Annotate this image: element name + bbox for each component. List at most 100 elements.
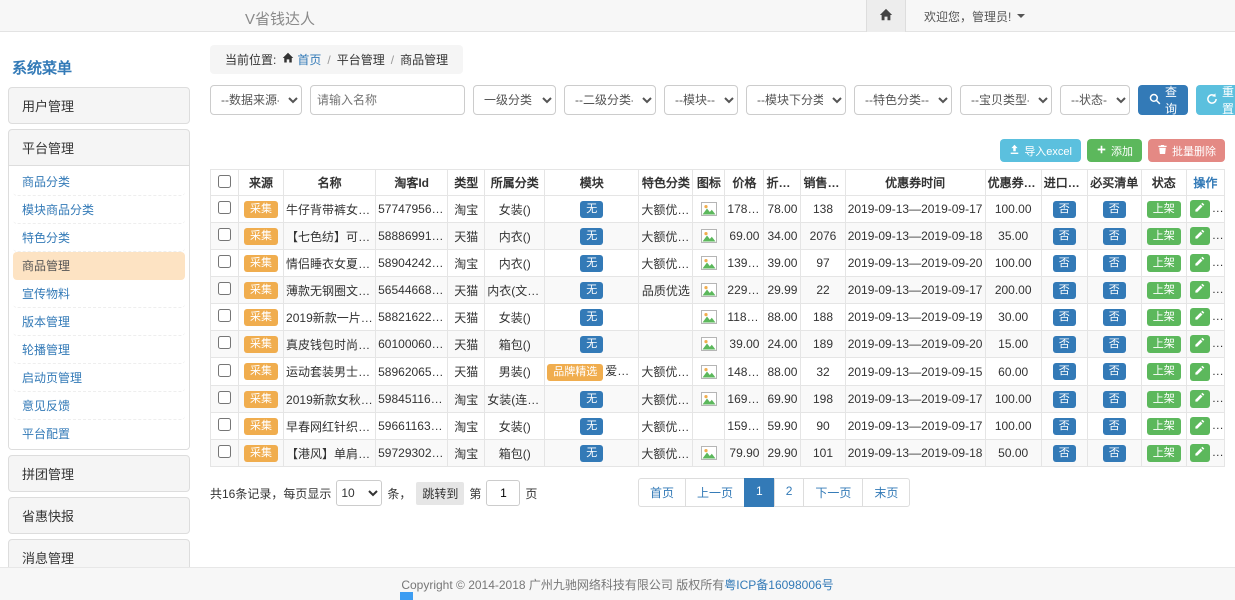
edit-button[interactable] (1190, 363, 1210, 381)
pager-button[interactable]: 1 (744, 478, 775, 507)
edit-button[interactable] (1190, 200, 1210, 218)
must-buy-badge[interactable]: 否 (1103, 418, 1126, 435)
status-badge[interactable]: 上架 (1147, 282, 1181, 299)
batch-delete-button[interactable]: 批量删除 (1148, 139, 1225, 162)
filter-select[interactable]: --状态-- (1060, 85, 1130, 115)
must-buy-badge[interactable]: 否 (1103, 309, 1126, 326)
filter-select[interactable]: --宝贝类型-- (960, 85, 1052, 115)
status-badge[interactable]: 上架 (1147, 255, 1181, 272)
sidebar-item[interactable]: 启动页管理 (13, 364, 185, 392)
must-buy-badge[interactable]: 否 (1103, 282, 1126, 299)
filter-select[interactable]: --模块下分类-- (746, 85, 846, 115)
import-select-badge[interactable]: 否 (1053, 228, 1076, 245)
row-checkbox[interactable] (218, 364, 231, 377)
row-checkbox[interactable] (218, 418, 231, 431)
pager-button[interactable]: 2 (774, 478, 805, 507)
select-all-checkbox[interactable] (218, 175, 231, 188)
search-button[interactable]: 查询 (1138, 85, 1188, 115)
sidebar-item[interactable]: 轮播管理 (13, 336, 185, 364)
row-checkbox[interactable] (218, 309, 231, 322)
reset-button[interactable]: 重置 (1196, 85, 1235, 115)
home-button[interactable] (866, 0, 906, 32)
status-badge[interactable]: 上架 (1147, 445, 1181, 462)
import-select-badge[interactable]: 否 (1053, 418, 1076, 435)
sidebar-item[interactable]: 商品分类 (13, 168, 185, 196)
import-select-badge[interactable]: 否 (1053, 282, 1076, 299)
sidebar-group-heading[interactable]: 平台管理 (9, 130, 189, 165)
must-buy-badge[interactable]: 否 (1103, 255, 1126, 272)
column-header: 特色分类 (639, 170, 693, 196)
row-checkbox[interactable] (218, 255, 231, 268)
sidebar-item[interactable]: 平台配置 (13, 420, 185, 447)
pager-button[interactable]: 末页 (862, 478, 910, 507)
icon-cell (693, 250, 725, 277)
edit-button[interactable] (1190, 390, 1210, 408)
import-select-badge[interactable]: 否 (1053, 363, 1076, 380)
icp-link[interactable]: 粤ICP备16098006号 (724, 576, 833, 593)
row-checkbox[interactable] (218, 391, 231, 404)
pager-button[interactable]: 上一页 (685, 478, 745, 507)
edit-button[interactable] (1190, 254, 1210, 272)
must-buy-badge[interactable]: 否 (1103, 391, 1126, 408)
sidebar-item[interactable]: 特色分类 (13, 224, 185, 252)
sidebar-item[interactable]: 宣传物料 (13, 280, 185, 308)
status-badge[interactable]: 上架 (1147, 309, 1181, 326)
filter-select[interactable]: --模块-- (664, 85, 738, 115)
sidebar-item[interactable]: 版本管理 (13, 308, 185, 336)
sidebar-group-heading[interactable]: 省惠快报 (9, 498, 189, 533)
sidebar-group-heading[interactable]: 拼团管理 (9, 456, 189, 491)
import-select-badge[interactable]: 否 (1053, 201, 1076, 218)
must-buy-badge[interactable]: 否 (1103, 363, 1126, 380)
filter-select[interactable]: 一级分类 (473, 85, 556, 115)
add-button[interactable]: 添加 (1087, 139, 1142, 162)
status-cell: 上架 (1141, 413, 1186, 440)
filter-select[interactable]: --数据来源-- (210, 85, 302, 115)
must-buy-badge[interactable]: 否 (1103, 201, 1126, 218)
import-select-badge[interactable]: 否 (1053, 391, 1076, 408)
import-select-badge[interactable]: 否 (1053, 255, 1076, 272)
edit-button[interactable] (1190, 335, 1210, 353)
row-checkbox[interactable] (218, 445, 231, 458)
pager-button[interactable]: 下一页 (803, 478, 863, 507)
must-buy-badge[interactable]: 否 (1103, 445, 1126, 462)
pager-button[interactable]: 首页 (638, 478, 686, 507)
feature-cell: 大额优惠券 (639, 196, 693, 223)
status-badge[interactable]: 上架 (1147, 391, 1181, 408)
filter-select[interactable]: --二级分类-- (564, 85, 656, 115)
source-badge: 采集 (244, 201, 278, 218)
edit-button[interactable] (1190, 308, 1210, 326)
status-badge[interactable]: 上架 (1147, 228, 1181, 245)
row-checkbox[interactable] (218, 282, 231, 295)
user-menu[interactable]: 欢迎您，管理员! (906, 0, 1025, 32)
edit-button[interactable] (1190, 281, 1210, 299)
discount-price-cell: 29.99 (764, 277, 801, 304)
row-checkbox[interactable] (218, 228, 231, 241)
import-select-badge[interactable]: 否 (1053, 309, 1076, 326)
breadcrumb-home-link[interactable]: 首页 (282, 51, 321, 68)
sidebar-group-heading[interactable]: 用户管理 (9, 88, 189, 123)
jump-to-button[interactable]: 跳转到 (416, 482, 464, 505)
sidebar-item[interactable]: 商品管理 (13, 252, 185, 280)
import-select-badge[interactable]: 否 (1053, 336, 1076, 353)
sidebar-item[interactable]: 模块商品分类 (13, 196, 185, 224)
edit-button[interactable] (1190, 417, 1210, 435)
status-badge[interactable]: 上架 (1147, 336, 1181, 353)
page-number-input[interactable] (486, 480, 520, 506)
status-badge[interactable]: 上架 (1147, 418, 1181, 435)
import-select-badge[interactable]: 否 (1053, 445, 1076, 462)
coupon-time-cell: 2019-09-13—2019-09-18 (845, 440, 985, 467)
row-checkbox[interactable] (218, 201, 231, 214)
must-buy-badge[interactable]: 否 (1103, 336, 1126, 353)
breadcrumb-label: 当前位置: (225, 51, 276, 68)
status-badge[interactable]: 上架 (1147, 363, 1181, 380)
filter-select[interactable]: --特色分类-- (854, 85, 952, 115)
must-buy-badge[interactable]: 否 (1103, 228, 1126, 245)
row-checkbox[interactable] (218, 336, 231, 349)
name-search-input[interactable] (310, 85, 465, 115)
import-excel-button[interactable]: 导入excel (1000, 139, 1081, 162)
per-page-select[interactable]: 10 (336, 480, 382, 506)
edit-button[interactable] (1190, 444, 1210, 462)
status-badge[interactable]: 上架 (1147, 201, 1181, 218)
edit-button[interactable] (1190, 227, 1210, 245)
sidebar-item[interactable]: 意见反馈 (13, 392, 185, 420)
